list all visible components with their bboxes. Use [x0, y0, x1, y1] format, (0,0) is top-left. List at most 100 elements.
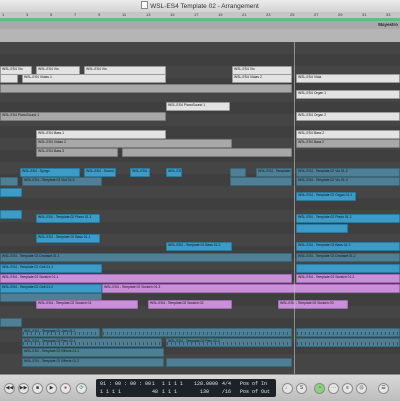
- region[interactable]: [122, 148, 292, 157]
- lcd-display[interactable]: 01 : 00 : 00 : 00 1 1 1 1 1 48 1 1 1 1 1…: [96, 379, 276, 397]
- replace-button[interactable]: ≡: [342, 383, 353, 394]
- region[interactable]: WSL-ES4 - Templ: [130, 168, 150, 177]
- region[interactable]: WSL-ES4 - Template 02 Effects 01.1: [22, 348, 164, 357]
- region[interactable]: WSL-ES4 Violas 2: [232, 74, 292, 83]
- region[interactable]: WSL-ES4 - Templ: [166, 168, 182, 177]
- region[interactable]: WSL-ES4 Bass 2: [296, 130, 400, 139]
- region-label: WSL-ES4 Bass 1: [38, 131, 65, 135]
- solo-button[interactable]: S: [296, 383, 307, 394]
- region[interactable]: WSL-ES4 - Template 02 Jam 01.1: [22, 328, 100, 337]
- region[interactable]: [296, 328, 400, 337]
- division-value: 1 1 1: [162, 389, 178, 395]
- stop-button[interactable]: ■: [32, 383, 43, 394]
- region-label: WSL-ES4 Violas 1: [24, 75, 52, 79]
- region[interactable]: WSL-ES4 Organ 2: [296, 112, 400, 121]
- region[interactable]: WSL-ES4 Viola: [296, 74, 400, 83]
- region[interactable]: WSL-ES4 - Template 02 Scratch 03: [278, 300, 348, 309]
- cycle-button[interactable]: ⟳: [76, 383, 87, 394]
- region[interactable]: WSL-ES4 - Syngo: [20, 168, 80, 177]
- autopunch-button[interactable]: ⊡: [356, 383, 367, 394]
- region-label: WSL-ES4 - Template 02 Effects 01.1: [24, 349, 80, 353]
- document-icon: [141, 1, 149, 9]
- region[interactable]: [166, 358, 292, 367]
- region[interactable]: WSL-ES4 - Template 02 Bass 01.3: [296, 242, 400, 251]
- tempo-sub-value: 130: [200, 389, 210, 395]
- region[interactable]: WSL-ES4 - Template 02 Guit 01.2: [0, 284, 102, 293]
- tracks-area[interactable]: WSL-ES4 Vio WSL-ES4 Vio WSL-ES4 Vio WSL-…: [0, 42, 400, 374]
- region-label: WSL-ES4 Vio: [234, 67, 255, 71]
- track-lane[interactable]: [0, 42, 400, 54]
- region[interactable]: WSL-ES4 PianoSound 1: [0, 112, 166, 121]
- region[interactable]: [230, 177, 292, 186]
- fast-forward-button[interactable]: ▶▶: [18, 383, 29, 394]
- region[interactable]: [0, 210, 22, 219]
- region[interactable]: [296, 338, 400, 347]
- region[interactable]: WSL-ES4 - Template 02 Scratch 02: [148, 300, 232, 309]
- region-label: WSL-ES4 - Template 02 Scratch 03: [280, 301, 334, 305]
- region-label: WSL-ES4 Vio: [2, 67, 23, 71]
- region-label: WSL-ES4 - Template 02 Guit 01.1: [2, 265, 54, 269]
- track-lane[interactable]: [0, 54, 400, 66]
- region[interactable]: WSL-ES4 - Template 02 Effects 01.2: [22, 358, 164, 367]
- region[interactable]: WSL-ES4 - Template 02 Vio 01.2: [296, 168, 400, 177]
- region[interactable]: WSL-ES4 - Template 02 Vio 01.4: [296, 177, 400, 186]
- region[interactable]: WSL-ES4 - Template 02 Perc 01.2: [166, 338, 292, 347]
- region[interactable]: [0, 177, 18, 186]
- region[interactable]: [296, 224, 348, 233]
- region[interactable]: WSL-ES4 Violas 1: [22, 74, 166, 83]
- region[interactable]: WSL-ES4 - Template 02 Scratch 01: [36, 300, 138, 309]
- playhead[interactable]: [294, 42, 295, 374]
- ruler-lower-strip[interactable]: [0, 29, 400, 42]
- region-label: WSL-ES4 - Template 02 Guit 01.2: [2, 285, 54, 289]
- region[interactable]: WSL-ES4 - Template 02 Viol 01.3: [22, 177, 102, 186]
- region[interactable]: [230, 168, 246, 177]
- region[interactable]: [0, 84, 292, 93]
- marker-track[interactable]: Mayestro: [0, 21, 400, 29]
- region-label: WSL-ES4 - Templ: [168, 169, 182, 173]
- region[interactable]: WSL-ES4 - Template 02 Drumset 01.2: [296, 253, 400, 262]
- region[interactable]: WSL-ES4 Organ 1: [296, 90, 400, 99]
- region[interactable]: WSL-ES4 - Template 02 Bass 01.2: [166, 242, 232, 251]
- region-label: WSL-ES4 - Templ: [132, 169, 149, 173]
- region-label: WSL-ES4 - Template 02 Scratch 02: [150, 301, 204, 305]
- mixer-button[interactable]: ☰: [378, 383, 389, 394]
- region[interactable]: WSL-ES4 - Template 02 Piano 01.2: [296, 214, 400, 223]
- region[interactable]: WSL-ES4 Bass 1: [36, 130, 166, 139]
- region[interactable]: WSL-ES4 - Template 02 Vio 01.1: [256, 168, 292, 177]
- region[interactable]: WSL-ES4 - Template 02 Scratch 01.3: [102, 284, 400, 293]
- region[interactable]: WSL-ES4 - Sound: [84, 168, 116, 177]
- time-signature: 4/4: [222, 381, 232, 387]
- region[interactable]: WSL-ES4 Violas 2: [36, 139, 232, 148]
- rewind-button[interactable]: ◀◀: [4, 383, 15, 394]
- region[interactable]: WSL-ES4 - Template 02 Scratch 01.2: [296, 274, 400, 283]
- play-button[interactable]: ▶: [46, 383, 57, 394]
- bar-ruler[interactable]: 1 3 5 7 9 11 13 15 17 19 21 23 25 27 29 …: [0, 12, 400, 42]
- region[interactable]: WSL-ES4 - Template 02 Organ 01.1: [296, 192, 356, 201]
- region[interactable]: [0, 188, 22, 197]
- region[interactable]: WSL-ES4 PianoSound 1: [166, 102, 230, 111]
- region[interactable]: WSL-ES4 - Template 02 Scratch 01.1: [0, 274, 292, 283]
- count-in-button[interactable]: ⋯: [328, 383, 339, 394]
- marker-label[interactable]: Mayestro: [378, 22, 398, 27]
- region[interactable]: [0, 74, 18, 83]
- region-label: WSL-ES4 Viola: [298, 75, 322, 79]
- record-button[interactable]: ●: [60, 383, 71, 394]
- midi-notes: [167, 342, 291, 345]
- region-label: WSL-ES4 Bass 2: [298, 131, 325, 135]
- region[interactable]: [296, 264, 400, 273]
- region[interactable]: [102, 328, 292, 337]
- region[interactable]: WSL-ES4 - Template 02 Guit 01.1: [0, 264, 102, 273]
- region[interactable]: [0, 318, 22, 327]
- region-label: WSL-ES4 Vio: [86, 67, 107, 71]
- tuner-button[interactable]: ♩: [282, 383, 293, 394]
- region-label: WSL-ES4 Violas 2: [38, 140, 66, 144]
- metronome-button[interactable]: ◔: [314, 383, 325, 394]
- region[interactable]: WSL-ES4 Bass 3: [36, 148, 118, 157]
- region[interactable]: WSL-ES4 - Template 02 Perc 01.1: [22, 338, 162, 347]
- division-label: /16: [222, 389, 232, 395]
- region[interactable]: WSL-ES4 - Template 02 Piano 01.1: [36, 214, 100, 223]
- region-label: WSL-ES4 - Template 02 Scratch 01: [38, 301, 92, 305]
- region[interactable]: WSL-ES4 - Template 02 Drumset 01.1: [0, 253, 292, 262]
- region[interactable]: WSL-ES4 - Template 02 Bass 01.1: [36, 234, 100, 243]
- region[interactable]: WSL-ES4 Bass 2: [296, 139, 400, 148]
